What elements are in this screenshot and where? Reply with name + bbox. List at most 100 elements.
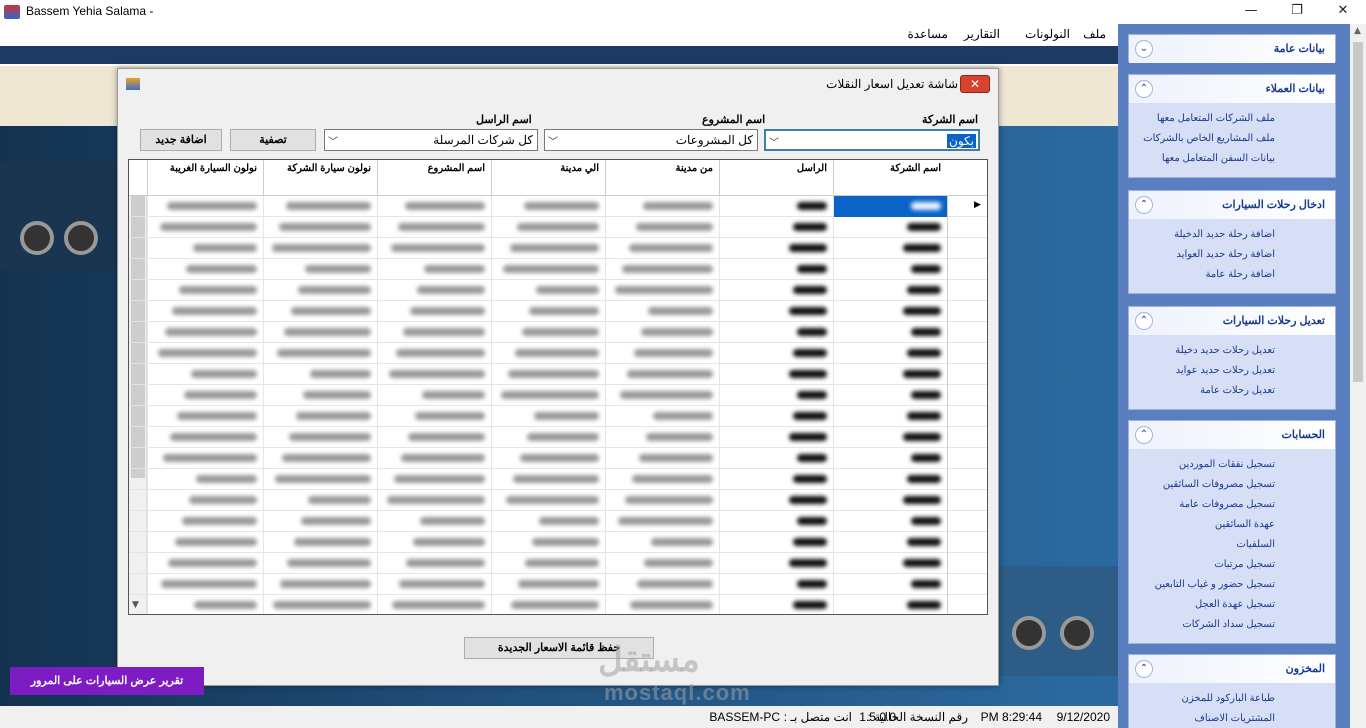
- traffic-report-button[interactable]: تقرير عرض السيارات على المرور: [10, 667, 204, 695]
- table-row[interactable]: [129, 385, 987, 406]
- sidebar-link[interactable]: تسجيل مرتبات: [1214, 559, 1275, 570]
- table-row[interactable]: [129, 301, 987, 322]
- table-cell[interactable]: [491, 427, 605, 448]
- table-cell[interactable]: [491, 343, 605, 364]
- sidebar-link[interactable]: تسجيل مصروفات السائقين: [1163, 479, 1275, 490]
- table-cell[interactable]: [377, 574, 491, 595]
- table-cell[interactable]: [263, 238, 377, 259]
- table-cell[interactable]: [605, 427, 719, 448]
- table-cell[interactable]: [719, 595, 833, 614]
- table-cell[interactable]: [491, 196, 605, 217]
- table-cell[interactable]: [719, 490, 833, 511]
- row-header[interactable]: [947, 406, 987, 427]
- sidebar-panel-header[interactable]: بيانات العملاء ⌃: [1129, 75, 1335, 103]
- col-company-fare[interactable]: نولون سيارة الشركة: [263, 160, 377, 196]
- table-row[interactable]: [129, 490, 987, 511]
- project-select[interactable]: كل المشروعات ﹀: [544, 129, 758, 151]
- table-cell[interactable]: [833, 322, 947, 343]
- table-cell[interactable]: [491, 238, 605, 259]
- row-header[interactable]: [947, 448, 987, 469]
- table-cell[interactable]: [147, 280, 263, 301]
- table-cell[interactable]: [491, 574, 605, 595]
- table-cell[interactable]: [263, 322, 377, 343]
- table-cell[interactable]: [719, 280, 833, 301]
- table-row[interactable]: [129, 322, 987, 343]
- table-cell[interactable]: [147, 196, 263, 217]
- chevron-up-icon[interactable]: ⌃: [1135, 426, 1153, 444]
- row-header[interactable]: [947, 427, 987, 448]
- table-cell[interactable]: [263, 217, 377, 238]
- sidebar-link[interactable]: السلفيات: [1236, 539, 1275, 550]
- table-cell[interactable]: [377, 343, 491, 364]
- sidebar-panel-header[interactable]: بيانات عامة ⌄: [1129, 35, 1335, 63]
- table-cell[interactable]: [147, 490, 263, 511]
- sidebar-link[interactable]: بيانات السفن المتعامل معها: [1162, 153, 1275, 164]
- table-cell[interactable]: [263, 385, 377, 406]
- chevron-up-icon[interactable]: ⌃: [1135, 312, 1153, 330]
- table-row[interactable]: [129, 343, 987, 364]
- table-cell[interactable]: [491, 259, 605, 280]
- table-row[interactable]: [129, 238, 987, 259]
- table-cell[interactable]: [605, 469, 719, 490]
- table-cell[interactable]: [833, 196, 947, 217]
- table-cell[interactable]: [263, 259, 377, 280]
- table-cell[interactable]: [263, 280, 377, 301]
- table-cell[interactable]: [147, 238, 263, 259]
- menu-help[interactable]: مساعدة: [907, 27, 948, 41]
- table-cell[interactable]: [377, 364, 491, 385]
- sidebar-link[interactable]: اضافة رحلة عامة: [1206, 269, 1275, 280]
- table-cell[interactable]: [833, 448, 947, 469]
- sidebar-link[interactable]: تعديل رحلات حديد عوايد: [1176, 365, 1275, 376]
- row-header[interactable]: ▶: [947, 196, 987, 217]
- table-cell[interactable]: [147, 427, 263, 448]
- prices-grid[interactable]: ▲ ▼ اسم الشركة الراسل من مدينة الي مدينة…: [128, 159, 988, 615]
- dialog-close-button[interactable]: ✕: [960, 75, 990, 93]
- close-button[interactable]: ✕: [1320, 0, 1366, 24]
- table-row[interactable]: [129, 532, 987, 553]
- table-cell[interactable]: [605, 322, 719, 343]
- table-row[interactable]: [129, 511, 987, 532]
- table-cell[interactable]: [147, 301, 263, 322]
- table-cell[interactable]: [833, 217, 947, 238]
- table-cell[interactable]: [605, 532, 719, 553]
- table-row[interactable]: [129, 553, 987, 574]
- table-cell[interactable]: [263, 364, 377, 385]
- table-cell[interactable]: [377, 427, 491, 448]
- menu-reports[interactable]: التقارير: [964, 27, 1000, 41]
- maximize-button[interactable]: ❐: [1274, 0, 1320, 24]
- table-row[interactable]: [129, 406, 987, 427]
- sidebar-link[interactable]: تعديل رحلات عامة: [1200, 385, 1275, 396]
- table-cell[interactable]: [263, 553, 377, 574]
- table-cell[interactable]: [833, 385, 947, 406]
- row-header[interactable]: [947, 595, 987, 614]
- table-cell[interactable]: [147, 469, 263, 490]
- col-sender[interactable]: الراسل: [719, 160, 833, 196]
- sidebar-link[interactable]: ملف المشاريع الخاص بالشركات: [1143, 133, 1275, 144]
- table-cell[interactable]: [377, 238, 491, 259]
- table-cell[interactable]: [833, 511, 947, 532]
- row-header[interactable]: [947, 322, 987, 343]
- chevron-down-icon[interactable]: ⌄: [1135, 40, 1153, 58]
- table-cell[interactable]: [833, 469, 947, 490]
- sidebar-scrollbar[interactable]: ▲: [1350, 24, 1366, 728]
- table-cell[interactable]: [147, 259, 263, 280]
- table-cell[interactable]: [719, 553, 833, 574]
- chevron-up-icon[interactable]: ⌃: [1135, 660, 1153, 678]
- table-cell[interactable]: [263, 511, 377, 532]
- col-project[interactable]: اسم المشروع: [377, 160, 491, 196]
- table-cell[interactable]: [719, 406, 833, 427]
- table-cell[interactable]: [605, 238, 719, 259]
- row-header[interactable]: [947, 217, 987, 238]
- table-cell[interactable]: [377, 532, 491, 553]
- table-cell[interactable]: [377, 301, 491, 322]
- row-header[interactable]: [947, 259, 987, 280]
- table-cell[interactable]: [147, 343, 263, 364]
- table-cell[interactable]: [605, 364, 719, 385]
- table-cell[interactable]: [833, 574, 947, 595]
- table-cell[interactable]: [719, 343, 833, 364]
- table-row[interactable]: [129, 217, 987, 238]
- table-cell[interactable]: [719, 364, 833, 385]
- table-cell[interactable]: [377, 280, 491, 301]
- table-cell[interactable]: [491, 322, 605, 343]
- sidebar-link[interactable]: اضافة رحلة حديد الدخيلة: [1174, 229, 1275, 240]
